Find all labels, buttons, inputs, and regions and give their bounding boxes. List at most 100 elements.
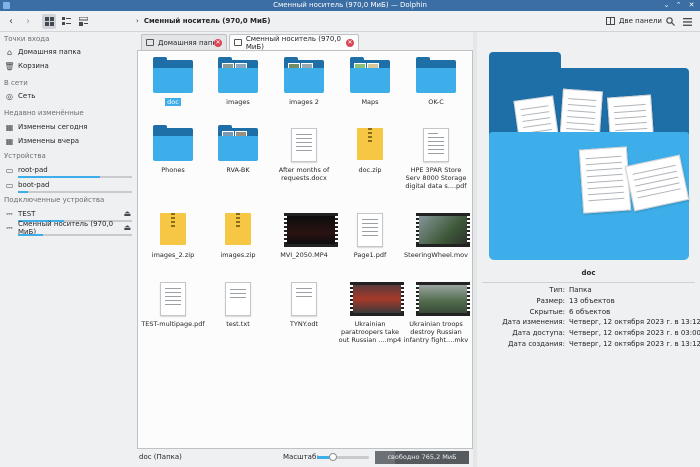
- video-thumbnail-icon: [284, 213, 338, 247]
- file-name: Maps: [361, 98, 379, 106]
- back-button[interactable]: ‹: [5, 14, 17, 29]
- free-space-indicator[interactable]: свободно 765,2 МиБ: [375, 451, 469, 464]
- sidebar-item-label: Корзина: [18, 62, 49, 70]
- section-title-devices: Устройства: [4, 152, 46, 160]
- close-window-icon[interactable]: ✕: [687, 1, 696, 10]
- info-item-name: doc: [581, 269, 596, 277]
- property-key: Скрытые:: [529, 308, 565, 316]
- file-item[interactable]: Phones: [140, 125, 206, 174]
- sidebar-item-root-pad[interactable]: ▭ root-pad: [5, 164, 133, 176]
- folder-icon: [416, 57, 456, 93]
- maximize-icon[interactable]: ⌃: [674, 1, 683, 10]
- status-bar: doc (Папка) Масштаб: свободно 765,2 МиБ: [137, 449, 473, 467]
- file-item[interactable]: After months of requests.docx: [271, 128, 337, 182]
- trash-icon: 🗑: [4, 61, 15, 71]
- file-item[interactable]: doc: [140, 57, 206, 106]
- file-item[interactable]: images: [205, 57, 271, 106]
- close-tab-icon[interactable]: ✕: [214, 39, 222, 47]
- property-value: 6 объектов: [569, 308, 611, 316]
- forward-button[interactable]: ›: [22, 14, 34, 29]
- folder-icon: [350, 57, 390, 93]
- file-item[interactable]: Ukrainian troops destroy Russian infantr…: [403, 282, 470, 344]
- home-icon: ⌂: [6, 47, 13, 57]
- file-item[interactable]: Page1.pdf: [337, 213, 403, 259]
- property-value: 13 объектов: [569, 297, 615, 305]
- split-view-button[interactable]: Две панели: [606, 17, 662, 25]
- sidebar-item-boot-pad[interactable]: ▭ boot-pad: [5, 179, 133, 191]
- details-list-icon: [78, 17, 88, 26]
- file-name: images_2.zip: [151, 251, 195, 259]
- capacity-bar-boot-pad: [18, 191, 132, 193]
- sidebar-item-removable[interactable]: ⎓ Сменный носитель (970,0 МиБ) ⏏: [5, 220, 133, 236]
- info-property-modified: Дата изменения: Четверг, 12 октября 2023…: [477, 318, 700, 329]
- file-item[interactable]: MVI_2050.MP4: [271, 213, 338, 259]
- pdf-document-icon: [423, 128, 449, 162]
- property-value: Четверг, 12 октября 2023 г. в 13:12: [569, 340, 700, 348]
- file-item[interactable]: doc.zip: [337, 128, 403, 174]
- file-item[interactable]: images 2: [271, 57, 337, 106]
- file-item[interactable]: OK-C: [403, 57, 469, 106]
- info-divider: [482, 282, 695, 283]
- sidebar-item-network[interactable]: ◎ Сеть: [5, 90, 133, 102]
- details-view-button[interactable]: [76, 14, 90, 29]
- breadcrumb-current[interactable]: Сменный носитель (970,0 МиБ): [144, 17, 271, 25]
- icons-view-button[interactable]: [42, 14, 56, 29]
- file-name: test.txt: [226, 320, 250, 328]
- zoom-slider-handle[interactable]: [328, 453, 337, 461]
- file-name: After months of requests.docx: [278, 166, 330, 182]
- video-thumbnail-icon: [416, 213, 470, 247]
- file-item[interactable]: test.txt: [205, 282, 271, 328]
- file-item[interactable]: Maps: [337, 57, 403, 106]
- hamburger-menu-button[interactable]: [681, 14, 693, 29]
- file-item[interactable]: Ukrainian paratroopers take out Russian …: [337, 282, 404, 344]
- folder-icon: [218, 57, 258, 93]
- window-titlebar[interactable]: Сменный носитель (970,0 МиБ) — Dolphin ⌄…: [0, 0, 700, 11]
- free-space-label: свободно 765,2 МиБ: [387, 453, 457, 461]
- file-name: TEST-multipage.pdf: [141, 320, 205, 328]
- compact-view-button[interactable]: [59, 14, 73, 29]
- grid-icon: [44, 17, 54, 26]
- file-item[interactable]: images.zip: [205, 213, 271, 259]
- tab-home[interactable]: Домашняя папка ✕: [141, 34, 227, 50]
- sidebar-item-modified-today[interactable]: ▦ Изменены сегодня: [5, 121, 133, 133]
- file-name: images 2: [289, 98, 319, 106]
- sidebar-item-label: Изменены сегодня: [18, 123, 88, 131]
- zoom-slider[interactable]: [317, 453, 369, 461]
- eject-icon[interactable]: ⏏: [123, 209, 131, 218]
- tab-bar: Домашняя папка ✕ Сменный носитель (970,0…: [137, 34, 472, 51]
- sidebar-item-trash[interactable]: 🗑 Корзина: [4, 60, 133, 72]
- file-item[interactable]: TYNY.odt: [271, 282, 337, 328]
- sidebar-item-label: Домашняя папка: [18, 48, 81, 56]
- file-item[interactable]: HPE 3PAR Store Serv 8000 Storage digital…: [403, 128, 469, 190]
- capacity-bar-fill: [18, 191, 29, 193]
- eject-icon[interactable]: ⏏: [123, 223, 131, 232]
- file-name: TYNY.odt: [289, 320, 319, 328]
- file-name: RVA-BK: [226, 166, 250, 174]
- usb-icon: ⎓: [6, 209, 13, 218]
- sidebar-item-home[interactable]: ⌂ Домашняя папка: [5, 46, 133, 58]
- file-item[interactable]: TEST-multipage.pdf: [140, 282, 206, 328]
- file-item[interactable]: images_2.zip: [140, 213, 206, 259]
- sidebar-item-label: TEST: [18, 210, 36, 218]
- sidebar-item-modified-yesterday[interactable]: ▦ Изменены вчера: [5, 135, 133, 147]
- search-button[interactable]: [664, 14, 676, 29]
- file-view[interactable]: doc images images 2 Maps OK-C Phones RVA…: [137, 50, 473, 449]
- information-panel: doc Тип: Папка Размер: 13 объектов Скрыт…: [477, 32, 700, 467]
- capacity-bar-fill: [18, 234, 44, 236]
- split-panes-icon: [606, 17, 615, 25]
- sidebar-item-test[interactable]: ⎓ TEST ⏏: [5, 208, 133, 220]
- minimize-icon[interactable]: ⌄: [662, 1, 671, 10]
- sidebar-item-label: boot-pad: [18, 181, 50, 189]
- capacity-bar-root-pad: [18, 176, 132, 178]
- file-item[interactable]: RVA-BK: [205, 125, 271, 174]
- close-tab-icon[interactable]: ✕: [346, 39, 354, 47]
- file-item[interactable]: SteeringWheel.mov: [403, 213, 470, 259]
- file-name: Phones: [161, 166, 185, 174]
- breadcrumb[interactable]: › Сменный носитель (970,0 МиБ): [136, 17, 270, 25]
- pdf-document-icon: [160, 282, 186, 316]
- zip-archive-icon: [357, 128, 383, 160]
- file-name: HPE 3PAR Store Serv 8000 Storage digital…: [405, 166, 467, 190]
- zip-archive-icon: [225, 213, 251, 245]
- info-property-type: Тип: Папка: [477, 286, 700, 297]
- tab-removable[interactable]: Сменный носитель (970,0 МиБ) ✕: [229, 34, 359, 51]
